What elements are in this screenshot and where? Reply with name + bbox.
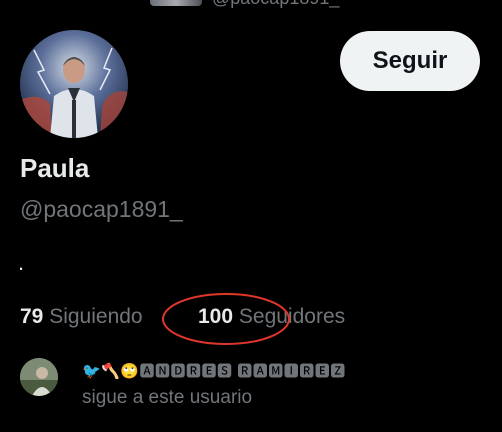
follower-name-emojis: 🐦🪓🙄 bbox=[82, 362, 140, 380]
follower-avatar[interactable] bbox=[20, 358, 58, 396]
follower-name: 🐦🪓🙄🅰🅽🅳🆁🅴🆂 🆁🅰🅼🅸🆁🅴🆉 bbox=[82, 360, 346, 381]
bio: . bbox=[18, 250, 25, 275]
following-link[interactable]: 79 Siguiendo bbox=[20, 305, 143, 329]
previous-item-strip: @paocap1891_ bbox=[0, 0, 502, 8]
follow-button[interactable]: Seguir bbox=[340, 31, 480, 91]
user-handle: @paocap1891_ bbox=[20, 196, 183, 222]
following-count: 79 bbox=[20, 305, 44, 328]
annotation-circle bbox=[162, 293, 290, 345]
previous-item-handle: @paocap1891_ bbox=[212, 0, 339, 8]
follower-name-text: 🅰🅽🅳🆁🅴🆂 🆁🅰🅼🅸🆁🅴🆉 bbox=[139, 363, 346, 380]
followed-by-section[interactable]: 🐦🪓🙄🅰🅽🅳🆁🅴🆂 🆁🅰🅼🅸🆁🅴🆉 sigue a este usuario bbox=[20, 352, 490, 412]
follower-photo-icon bbox=[20, 358, 58, 396]
profile-photo-icon bbox=[20, 30, 128, 138]
display-name: Paula bbox=[20, 153, 90, 183]
profile-avatar[interactable] bbox=[20, 30, 128, 138]
followed-by-caption: sigue a este usuario bbox=[82, 387, 253, 408]
following-label: Siguiendo bbox=[49, 305, 143, 328]
previous-item-image bbox=[150, 0, 202, 6]
